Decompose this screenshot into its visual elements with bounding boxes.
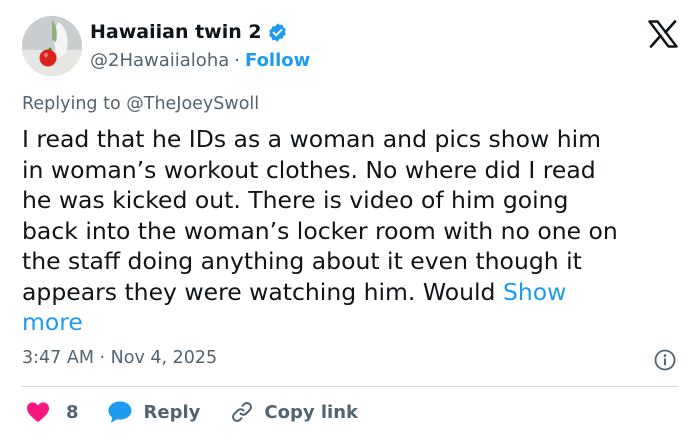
copy-link-label: Copy link [264, 401, 358, 423]
tweet-text-line: in woman’s workout clothes. No where did… [22, 155, 596, 184]
like-count: 8 [66, 401, 79, 423]
tweet-text-line: I read that he IDs as a woman and pics s… [22, 125, 602, 153]
x-logo-icon[interactable] [648, 20, 678, 48]
reply-mention[interactable]: @TheJoeySwoll [126, 94, 259, 114]
tweet-text-line-more: more [22, 307, 682, 338]
tweet-header: Hawaiian twin 2 @2Hawaiialoha · Follow [22, 16, 680, 82]
tweet-text-line: back into the woman’s locker room with n… [22, 216, 618, 245]
reply-button[interactable]: Reply [107, 400, 201, 424]
tweet-timestamp[interactable]: 3:47 AM · Nov 4, 2025 [22, 348, 217, 368]
handle-separator: · [234, 50, 240, 71]
tweet-date: Nov 4, 2025 [110, 348, 218, 368]
tweet-text-line: he was kicked out. There is video of him… [22, 186, 569, 214]
link-icon [230, 400, 254, 424]
author-block: Hawaiian twin 2 @2Hawaiialoha · Follow [90, 19, 310, 71]
show-more-link-continued[interactable]: more [22, 308, 83, 336]
avatar[interactable] [22, 16, 82, 76]
timestamp-separator: · [99, 348, 106, 368]
tweet-text: I read that he IDs as a woman and pics s… [22, 124, 682, 338]
reply-label: Reply [143, 401, 201, 423]
replying-to-label: Replying to [22, 94, 121, 114]
action-bar: 8 Reply Copy link [26, 400, 358, 424]
tweet-time: 3:47 AM [22, 348, 94, 368]
reply-context: Replying to @TheJoeySwoll [22, 94, 259, 114]
verified-badge-icon [267, 22, 288, 43]
tweet-text-line: the staff doing anything about it even t… [22, 247, 582, 275]
tweet-card: Hawaiian twin 2 @2Hawaiialoha · Follow R… [0, 0, 700, 440]
tweet-text-line-last: appears they were watching him. Would Sh… [22, 277, 682, 308]
author-handle[interactable]: @2Hawaiialoha [90, 50, 229, 71]
show-more-link[interactable]: Show [503, 278, 566, 306]
copy-link-button[interactable]: Copy link [230, 400, 358, 424]
like-button[interactable]: 8 [26, 401, 79, 423]
divider [22, 386, 678, 387]
info-icon[interactable] [654, 349, 676, 371]
tweet-text-line: appears they were watching him. Would [22, 277, 503, 306]
chat-bubble-icon [107, 400, 133, 424]
heart-icon [26, 401, 50, 423]
display-name[interactable]: Hawaiian twin 2 [90, 21, 262, 43]
follow-button[interactable]: Follow [245, 50, 310, 71]
